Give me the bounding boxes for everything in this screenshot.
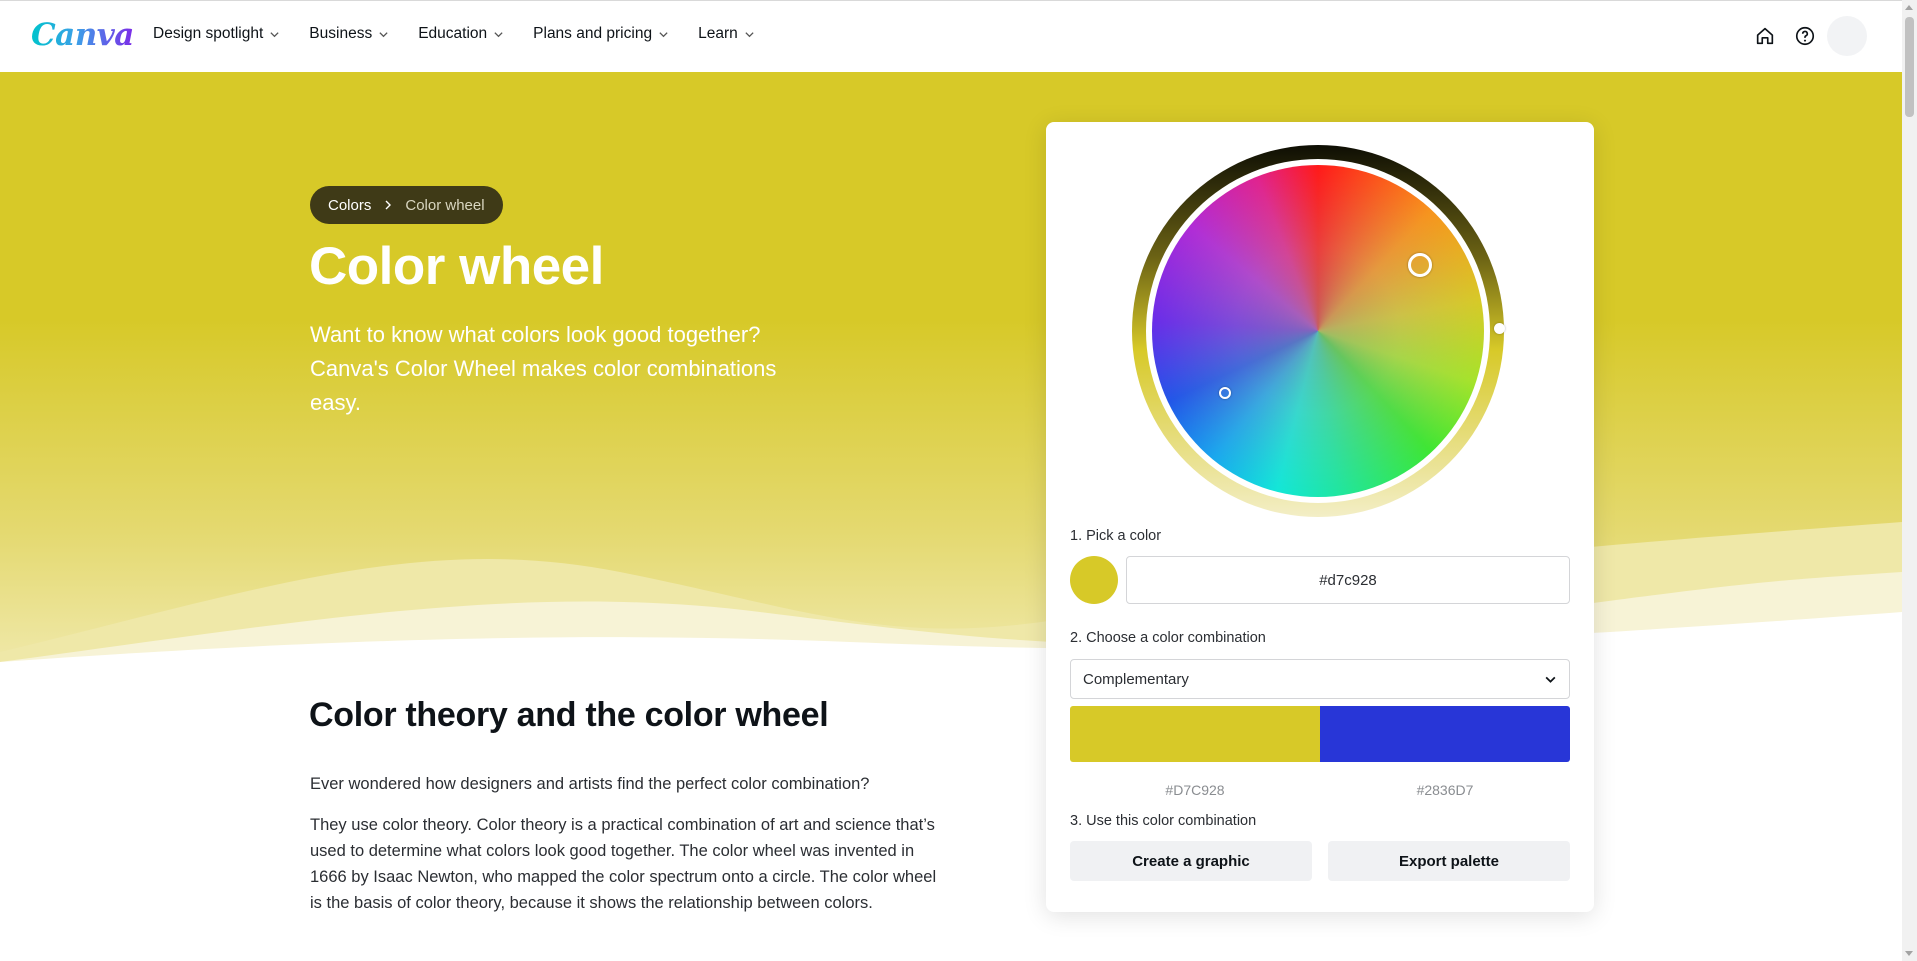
scroll-up-arrow-icon[interactable] (1905, 5, 1913, 10)
nav-item-learn[interactable]: Learn (698, 25, 755, 43)
nav-item-label: Plans and pricing (533, 25, 653, 42)
export-palette-button[interactable]: Export palette (1328, 841, 1570, 881)
step1-label: 1. Pick a color (1070, 528, 1162, 544)
page-title: Color wheel (309, 237, 604, 296)
hero-subtitle: Want to know what colors look good toget… (310, 322, 777, 415)
chevron-down-icon (494, 31, 503, 37)
palette-preview (1070, 706, 1570, 762)
nav-item-label: Design spotlight (153, 25, 264, 42)
palette-hex-label-1[interactable]: #D7C928 (1070, 782, 1320, 798)
section-title: Color theory and the color wheel (309, 696, 829, 734)
home-button[interactable] (1745, 16, 1785, 56)
nav-links: Design spotlight Business Education Plan… (153, 25, 784, 43)
brightness-slider-handle[interactable] (1494, 323, 1505, 334)
chevron-down-icon (270, 31, 279, 37)
chevron-down-icon (379, 31, 388, 37)
chevron-down-icon (745, 31, 754, 37)
nav-item-plans-and-pricing[interactable]: Plans and pricing (533, 25, 669, 43)
intro-paragraph: Ever wondered how designers and artists … (310, 775, 870, 793)
palette-hex-labels: #D7C928 #2836D7 (1070, 782, 1570, 798)
chevron-right-icon (385, 200, 392, 210)
breadcrumb-link-colors[interactable]: Colors (328, 197, 371, 214)
hero-banner: Colors Color wheel Color wheel Want to k… (0, 72, 1902, 662)
page-scrollbar[interactable] (1902, 0, 1917, 961)
avatar[interactable] (1827, 16, 1867, 56)
top-navigation: Canva Design spotlight Business Educatio… (0, 0, 1902, 72)
hex-color-input[interactable]: #d7c928 (1126, 556, 1570, 604)
primary-color-handle[interactable] (1408, 253, 1432, 277)
complementary-color-handle[interactable] (1219, 387, 1231, 399)
combination-select[interactable]: Complementary (1070, 659, 1570, 699)
color-wheel-widget[interactable] (1132, 145, 1505, 517)
breadcrumb-current: Color wheel (405, 196, 485, 214)
nav-item-label: Education (418, 25, 488, 42)
nav-item-education[interactable]: Education (418, 25, 504, 43)
color-wheel-tool: 1. Pick a color #d7c928 2. Choose a colo… (1046, 122, 1594, 912)
help-button[interactable] (1785, 16, 1825, 56)
help-icon (1795, 26, 1815, 46)
nav-item-label: Business (309, 25, 373, 42)
nav-item-business[interactable]: Business (309, 25, 389, 43)
nav-item-design-spotlight[interactable]: Design spotlight (153, 25, 280, 43)
home-icon (1756, 27, 1774, 45)
combination-value: Complementary (1083, 670, 1189, 688)
chevron-down-icon (659, 31, 668, 37)
scroll-down-arrow-icon[interactable] (1905, 951, 1913, 956)
scrollbar-thumb[interactable] (1905, 17, 1914, 117)
body-paragraph: They use color theory. Color theory is a… (310, 816, 937, 912)
create-graphic-button[interactable]: Create a graphic (1070, 841, 1312, 881)
breadcrumb: Colors Color wheel (310, 186, 503, 224)
hero-wave-decoration (0, 522, 1902, 662)
step3-label: 3. Use this color combination (1070, 813, 1257, 829)
step2-label: 2. Choose a color combination (1070, 630, 1266, 646)
palette-swatch-2[interactable] (1320, 706, 1570, 762)
chevron-down-icon (1545, 676, 1556, 683)
nav-icons (1745, 16, 1867, 56)
nav-item-label: Learn (698, 25, 738, 42)
selected-color-swatch[interactable] (1070, 556, 1118, 604)
palette-hex-label-2[interactable]: #2836D7 (1320, 782, 1570, 798)
palette-swatch-1[interactable] (1070, 706, 1320, 762)
wheel-saturation-overlay (1152, 165, 1484, 497)
canva-logo[interactable]: Canva (31, 17, 134, 53)
